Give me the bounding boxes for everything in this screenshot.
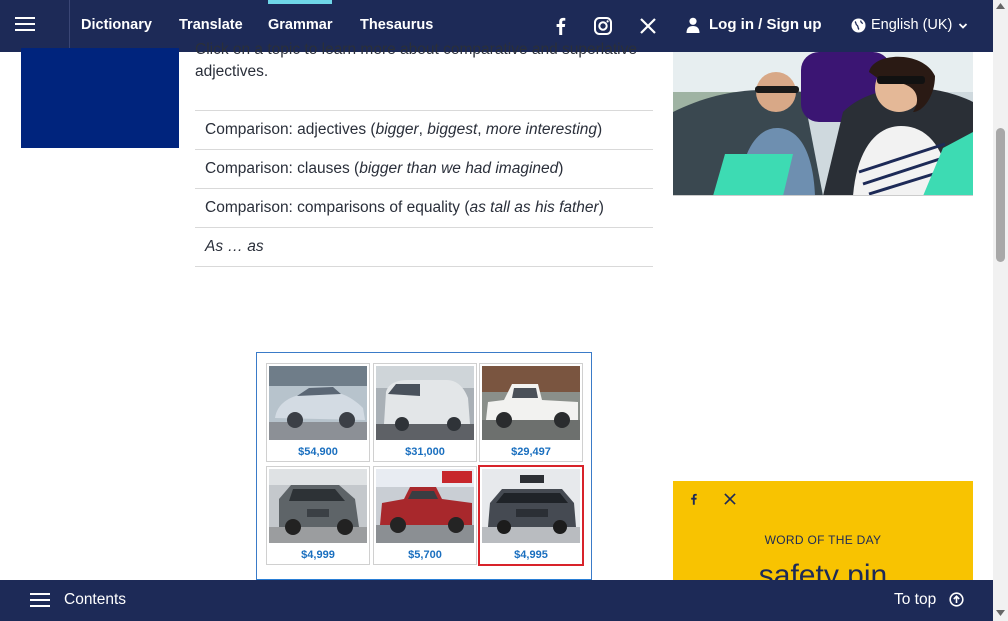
scroll-up-arrow-icon[interactable]: [996, 3, 1005, 9]
x-icon[interactable]: [723, 492, 737, 506]
menu-icon: [15, 17, 35, 19]
arrow-up-circle-icon: [949, 592, 964, 607]
car-price: $29,497: [511, 446, 551, 458]
topic-link-as-as[interactable]: As … as: [195, 228, 653, 267]
login-signup-link[interactable]: Log in / Sign up: [709, 0, 821, 52]
bottom-bar: Contents To top: [0, 580, 993, 621]
nav-dictionary[interactable]: Dictionary: [81, 0, 152, 52]
language-label: English (UK): [871, 17, 953, 33]
page-scrollbar[interactable]: [993, 0, 1008, 621]
car-listing-5[interactable]: $5,700: [373, 466, 477, 565]
car-listings-ad: $54,900 $31,000 $29,497 $4,999 $5,700 $4…: [256, 352, 592, 592]
contents-label: Contents: [64, 591, 127, 608]
car-price: $5,700: [408, 549, 442, 561]
instagram-icon[interactable]: [592, 15, 614, 37]
car-photo: [376, 366, 474, 440]
car-photo: [269, 469, 367, 543]
car-photo: [482, 366, 580, 440]
car-price: $4,995: [514, 549, 548, 561]
topic-link-adjectives[interactable]: Comparison: adjectives (bigger, biggest,…: [195, 111, 653, 150]
car-photo: [376, 469, 474, 543]
car-price: $4,999: [301, 549, 335, 561]
to-top-label: To top: [894, 591, 937, 608]
user-icon: [686, 17, 700, 33]
section-image-block: [21, 48, 179, 148]
car-price: $31,000: [405, 446, 445, 458]
topic-link-clauses[interactable]: Comparison: clauses (bigger than we had …: [195, 150, 653, 189]
car-listing-3[interactable]: $29,497: [479, 363, 583, 462]
intro-text: Click on a topic to learn more about com…: [195, 41, 637, 80]
globe-icon: [851, 18, 866, 33]
chevron-down-icon: [958, 23, 968, 29]
contents-button[interactable]: Contents: [20, 580, 140, 620]
topic-link-equality[interactable]: Comparison: comparisons of equality (as …: [195, 189, 653, 228]
scroll-down-arrow-icon[interactable]: [996, 610, 1005, 616]
facebook-icon[interactable]: [687, 491, 701, 507]
sidebar-ad-image[interactable]: [673, 52, 973, 196]
facebook-icon[interactable]: [550, 15, 572, 37]
language-selector[interactable]: English (UK): [850, 0, 975, 52]
to-top-button[interactable]: To top: [894, 580, 969, 620]
menu-button[interactable]: [0, 0, 70, 52]
topic-list: Comparison: adjectives (bigger, biggest,…: [195, 110, 653, 267]
car-photo: [269, 366, 367, 440]
menu-icon: [30, 593, 50, 607]
car-listing-2[interactable]: $31,000: [373, 363, 477, 462]
scroll-thumb[interactable]: [996, 128, 1005, 262]
car-listing-4[interactable]: $4,999: [266, 466, 370, 565]
car-photo: [482, 469, 580, 543]
car-price: $54,900: [298, 446, 338, 458]
x-icon[interactable]: [637, 15, 659, 37]
car-listing-1[interactable]: $54,900: [266, 363, 370, 462]
car-listing-6[interactable]: $4,995: [478, 465, 584, 566]
wotd-label: WORD OF THE DAY: [764, 533, 882, 547]
